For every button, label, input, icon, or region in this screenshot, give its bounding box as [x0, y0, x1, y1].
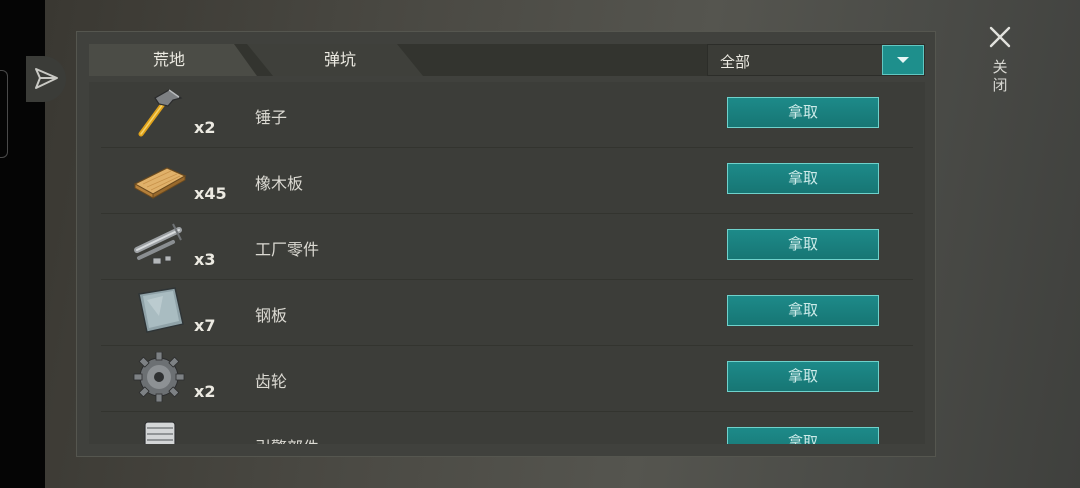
item-quantity: x45 — [194, 184, 227, 203]
take-button[interactable]: 拿取 — [727, 97, 879, 128]
close-icon — [989, 26, 1011, 48]
take-button[interactable]: 拿取 — [727, 163, 879, 194]
tab-wasteland[interactable]: 荒地 — [89, 44, 257, 76]
filter-value: 全部 — [720, 53, 751, 71]
loot-panel: 荒地 弹坑 全部 x2 锤子 拿取 x45 橡木板 拿取 x3 工厂零件 拿取 … — [76, 31, 936, 457]
filter-dropdown[interactable]: 全部 — [707, 44, 925, 76]
tab-label: 弹坑 — [323, 50, 356, 69]
item-quantity: x3 — [194, 250, 216, 269]
take-button[interactable]: 拿取 — [727, 427, 879, 444]
edge-handle[interactable] — [0, 70, 8, 158]
paper-plane-icon — [35, 68, 58, 89]
item-quantity: x7 — [194, 316, 216, 335]
take-button[interactable]: 拿取 — [727, 295, 879, 326]
item-name: 橡木板 — [255, 174, 304, 193]
item-list[interactable]: x2 锤子 拿取 x45 橡木板 拿取 x3 工厂零件 拿取 x7 钢板 拿取 … — [89, 82, 925, 444]
list-item: x45 橡木板 拿取 — [101, 148, 913, 214]
item-quantity: x2 — [194, 382, 216, 401]
list-item: x7 钢板 拿取 — [101, 280, 913, 346]
list-item: x2 锤子 拿取 — [101, 82, 913, 148]
close-button[interactable] — [985, 22, 1015, 52]
list-item: x3 工厂零件 拿取 — [101, 214, 913, 280]
take-button[interactable]: 拿取 — [727, 229, 879, 260]
list-item: x2 齿轮 拿取 — [101, 346, 913, 412]
gear-icon — [133, 351, 191, 403]
engine-part-icon — [133, 418, 191, 444]
wood-plank-icon — [133, 154, 191, 204]
item-name: 齿轮 — [255, 372, 288, 391]
close-label[interactable]: 关闭 — [990, 58, 1010, 94]
dropdown-toggle[interactable] — [882, 45, 924, 75]
tab-crater[interactable]: 弹坑 — [247, 44, 423, 76]
item-name: 工厂零件 — [255, 240, 320, 259]
factory-parts-icon — [133, 220, 191, 270]
item-name: 锤子 — [255, 108, 288, 127]
tab-label: 荒地 — [152, 50, 185, 69]
item-name: 钢板 — [255, 306, 288, 325]
hammer-icon — [133, 88, 191, 138]
item-name: 引擎部件 — [255, 434, 319, 444]
item-quantity: x2 — [194, 118, 216, 137]
chevron-down-icon — [897, 57, 909, 63]
list-item: 引擎部件 拿取 — [101, 412, 913, 444]
take-button[interactable]: 拿取 — [727, 361, 879, 392]
steel-plate-icon — [133, 286, 191, 336]
